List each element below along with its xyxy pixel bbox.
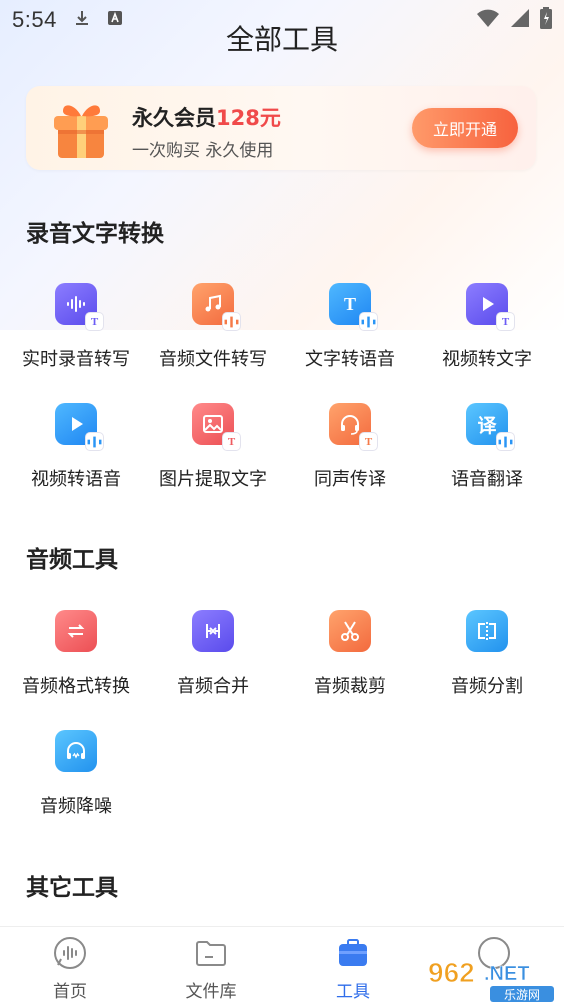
nav-file-library[interactable]: 文件库 xyxy=(161,935,261,1002)
folder-icon xyxy=(193,935,229,971)
text-t-icon: T xyxy=(329,283,378,331)
tool-audio-denoise[interactable]: 音频降噪 xyxy=(11,730,141,818)
tool-label: 视频转文字 xyxy=(442,349,532,370)
banner-title-text: 永久会员 xyxy=(132,106,216,130)
section-title-other-tools: 其它工具 xyxy=(26,875,118,901)
tool-label: 音频分割 xyxy=(451,676,523,697)
svg-text:962: 962 xyxy=(428,957,475,988)
play-icon: T xyxy=(466,283,515,331)
split-icon xyxy=(466,610,508,652)
music-note-icon xyxy=(192,283,241,331)
section-title-recording-text: 录音文字转换 xyxy=(26,221,164,247)
membership-banner[interactable]: 永久会员128元 一次购买 永久使用 立即开通 xyxy=(26,86,536,170)
activate-now-button[interactable]: 立即开通 xyxy=(412,108,518,148)
tool-audio-file-transcribe[interactable]: 音频文件转写 xyxy=(148,283,278,371)
tool-image-extract-text[interactable]: T 图片提取文字 xyxy=(148,403,278,491)
nav-tools[interactable]: 工具 xyxy=(303,935,403,1002)
tool-label: 音频裁剪 xyxy=(314,676,386,697)
convert-arrows-icon xyxy=(55,610,97,652)
wave-badge-icon xyxy=(85,432,104,451)
image-icon: T xyxy=(192,403,241,451)
home-waveform-icon xyxy=(52,935,88,971)
tool-text-to-speech[interactable]: T 文字转语音 xyxy=(285,283,415,371)
tool-audio-split[interactable]: 音频分割 xyxy=(422,610,552,698)
tool-audio-format-convert[interactable]: 音频格式转换 xyxy=(11,610,141,698)
svg-text:乐游网: 乐游网 xyxy=(504,988,540,1002)
headset-icon: T xyxy=(329,403,378,451)
wave-badge-icon xyxy=(359,312,378,331)
nav-label: 工具 xyxy=(336,982,370,1002)
tool-video-to-speech[interactable]: 视频转语音 xyxy=(11,403,141,491)
toolbox-icon xyxy=(335,935,371,971)
page-title: 全部工具 xyxy=(225,23,338,56)
tool-simultaneous-interpretation[interactable]: T 同声传译 xyxy=(285,403,415,491)
tool-voice-translation[interactable]: 译 语音翻译 xyxy=(422,403,552,491)
tool-video-to-text[interactable]: T 视频转文字 xyxy=(422,283,552,371)
nav-label: 首页 xyxy=(53,982,87,1002)
banner-subtitle: 一次购买 永久使用 xyxy=(132,141,274,161)
wave-badge-icon xyxy=(222,312,241,331)
watermark-logo: 962 .NET 乐游网 xyxy=(424,954,564,1004)
tool-label: 同声传译 xyxy=(314,469,386,490)
wave-badge-icon xyxy=(496,432,515,451)
tool-label: 音频格式转换 xyxy=(22,676,130,697)
tool-label: 文字转语音 xyxy=(305,349,395,370)
play-icon xyxy=(55,403,104,451)
tool-audio-trim[interactable]: 音频裁剪 xyxy=(285,610,415,698)
text-t-badge-icon: T xyxy=(496,312,515,331)
svg-text:T: T xyxy=(344,294,356,314)
nav-home[interactable]: 首页 xyxy=(20,935,120,1002)
tool-label: 视频转语音 xyxy=(31,469,121,490)
headphones-icon xyxy=(55,730,97,772)
translate-glyph: 译 xyxy=(477,414,497,437)
tool-label: 音频合并 xyxy=(177,676,249,697)
merge-icon xyxy=(192,610,234,652)
gift-box-icon xyxy=(48,96,114,162)
tool-label: 音频文件转写 xyxy=(159,349,267,370)
svg-text:.NET: .NET xyxy=(484,963,530,985)
tool-label: 语音翻译 xyxy=(451,469,523,490)
banner-price: 128元 xyxy=(216,106,281,130)
tool-realtime-transcribe[interactable]: T 实时录音转写 xyxy=(11,283,141,371)
text-t-badge-icon: T xyxy=(222,432,241,451)
tool-label: 图片提取文字 xyxy=(159,469,267,490)
translate-icon: 译 xyxy=(466,403,515,451)
scissors-icon xyxy=(329,610,371,652)
tool-audio-merge[interactable]: 音频合并 xyxy=(148,610,278,698)
nav-label: 文件库 xyxy=(185,982,237,1002)
tool-label: 音频降噪 xyxy=(40,796,112,817)
text-t-badge-icon: T xyxy=(85,312,104,331)
banner-title: 永久会员128元 xyxy=(132,102,281,132)
tool-label: 实时录音转写 xyxy=(22,349,130,370)
text-t-badge-icon: T xyxy=(359,432,378,451)
waveform-icon: T xyxy=(55,283,104,331)
section-title-audio-tools: 音频工具 xyxy=(26,547,118,573)
